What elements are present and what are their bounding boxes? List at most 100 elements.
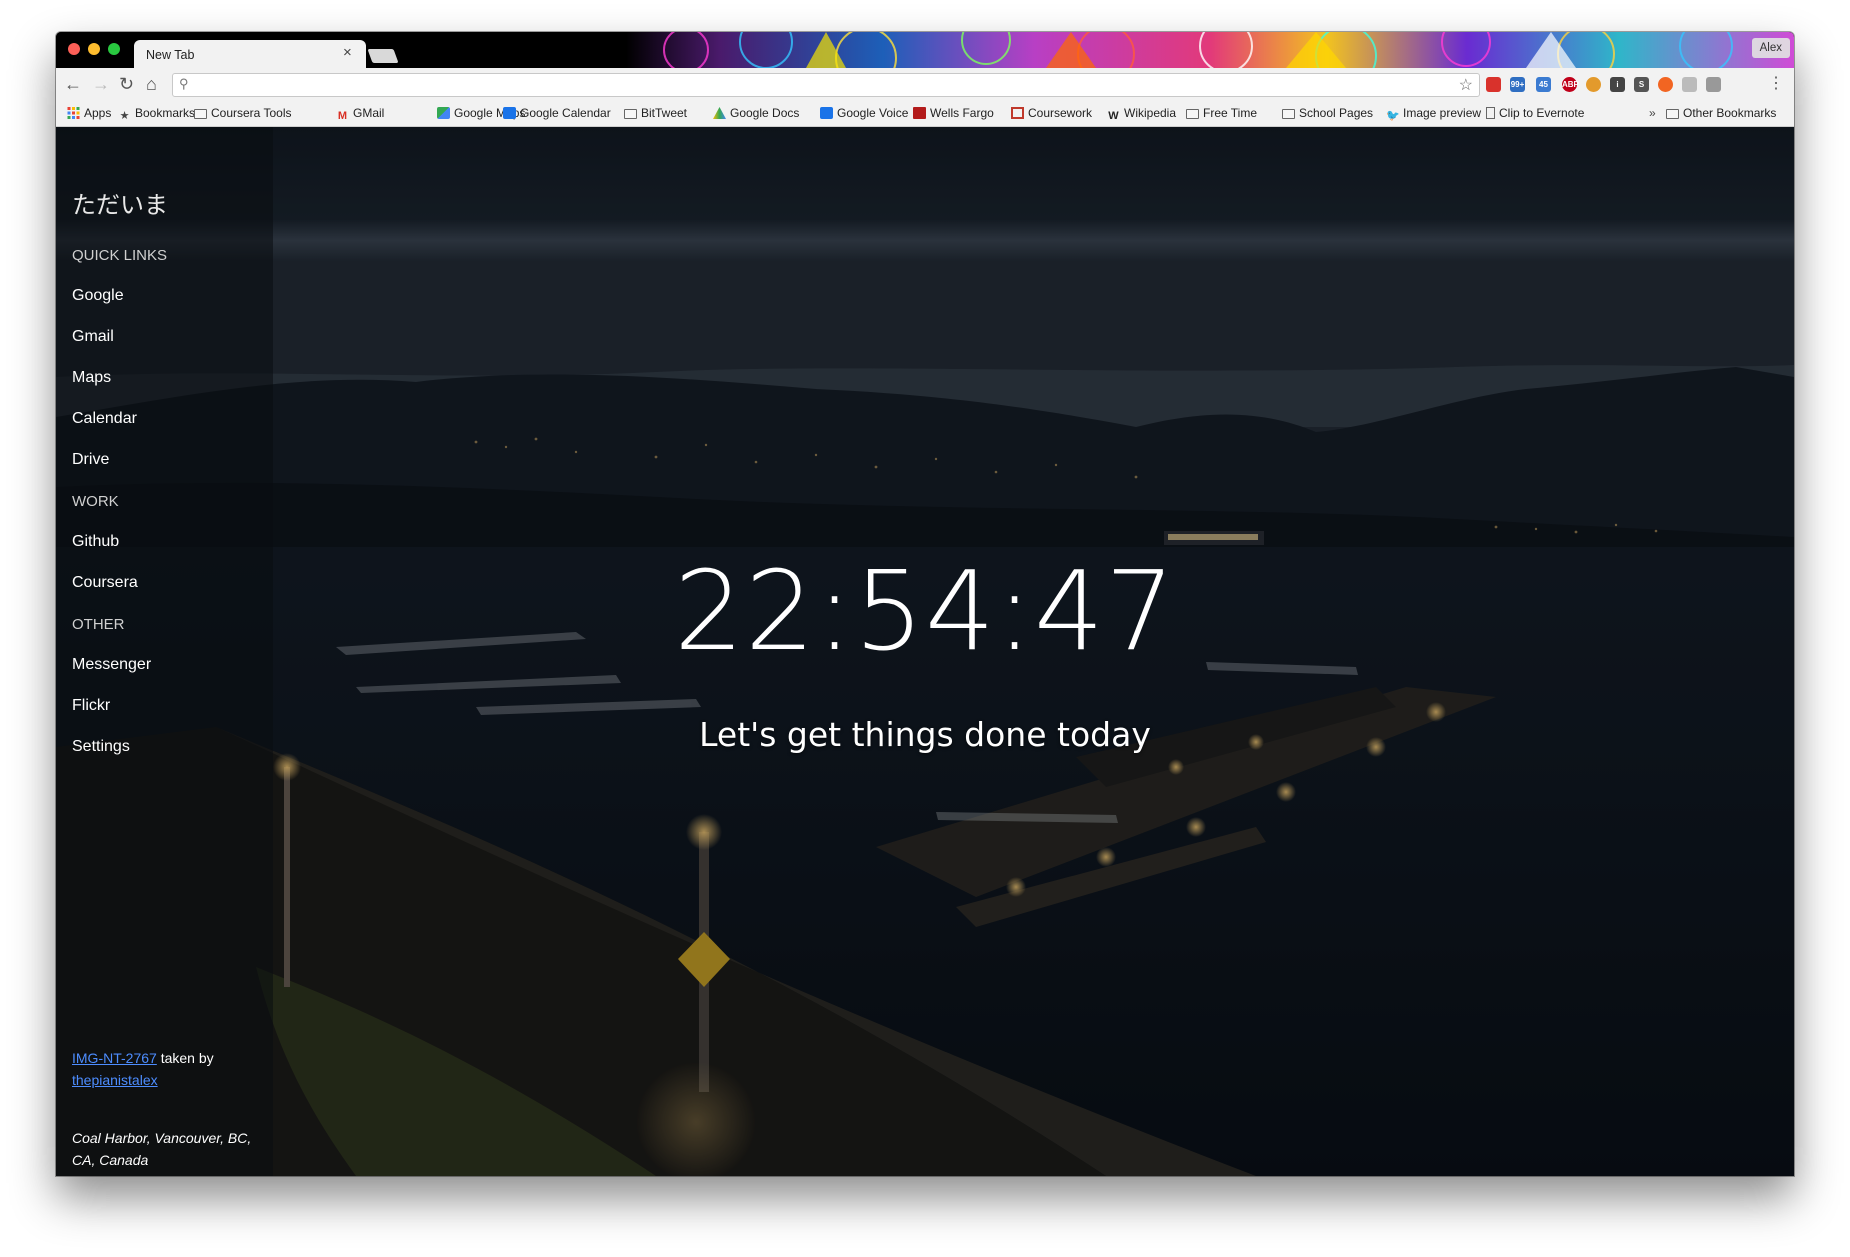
bookmark-coursework[interactable]: Coursework (1011, 106, 1092, 120)
sidebar-link-maps[interactable]: Maps (72, 369, 111, 387)
folder-icon (624, 109, 637, 119)
bookmark-google-calendar[interactable]: Google Calendar (503, 106, 611, 120)
chrome-menu-icon[interactable]: ⋮ (1768, 74, 1784, 94)
bookmark-label: Google Calendar (520, 106, 611, 120)
sidebar-link-gmail[interactable]: Gmail (72, 328, 114, 346)
coursework-icon (1011, 107, 1024, 119)
bookmark-school-pages[interactable]: School Pages (1282, 106, 1373, 120)
search-icon: ⚲ (179, 76, 189, 91)
bookmark-label: Coursework (1028, 106, 1093, 120)
photo-credit: IMG-NT-2767 taken by thepianistalex (72, 1047, 262, 1091)
sidebar-link-flickr[interactable]: Flickr (72, 697, 110, 715)
tagline: Let's get things done today (699, 715, 1151, 754)
maximize-window-button[interactable] (108, 43, 120, 55)
apps-grid-icon (67, 107, 80, 119)
bookmark-label: School Pages (1299, 106, 1374, 120)
bookmark-label: Google Voice (837, 106, 909, 120)
docs-icon (713, 107, 726, 119)
forward-icon[interactable]: → (92, 74, 110, 94)
grey-ext-icon[interactable] (1682, 77, 1697, 92)
extension-badge: S (1638, 80, 1645, 89)
close-window-button[interactable] (68, 43, 80, 55)
bookmarks-bar: Apps ★ Bookmarks Coursera Tools M GMail Googl… (56, 100, 1794, 127)
sidebar-link-google[interactable]: Google (72, 287, 124, 305)
folder-icon (1282, 109, 1295, 119)
bookmark-image-preview[interactable]: 🐦 Image preview (1386, 106, 1481, 122)
reload-icon[interactable]: ↻ (119, 74, 134, 94)
bookmarks-overflow-icon[interactable]: » (1649, 106, 1656, 120)
minimize-window-button[interactable] (88, 43, 100, 55)
author-link[interactable]: thepianistalex (72, 1072, 158, 1088)
photo-location: Coal Harbor, Vancouver, BC, CA, Canada (72, 1130, 252, 1168)
calendar-count-icon[interactable]: 45 (1536, 77, 1551, 92)
new-tab-button[interactable] (367, 49, 399, 63)
bookmark-label: GMail (353, 106, 385, 120)
sidebar-link-calendar[interactable]: Calendar (72, 410, 137, 428)
address-bar[interactable]: ⚲ ☆ (172, 73, 1480, 97)
bookmark-ext-icon[interactable] (1486, 77, 1501, 92)
twitter-icon: 🐦 (1386, 110, 1400, 122)
browser-window: New Tab × Alex ← → ↻ ⌂ ⚲ ☆ 99+ 45 ABP i S ⋮ … (56, 32, 1794, 1176)
folder-icon (1186, 109, 1199, 119)
bookmark-label: Google Docs (730, 106, 800, 120)
bookmark-wells-fargo[interactable]: Wells Fargo (913, 106, 994, 120)
tab-title: New Tab (146, 48, 195, 62)
bookmark-google-docs[interactable]: Google Docs (713, 106, 799, 120)
bookmark-label: BitTweet (641, 106, 688, 120)
sidebar-link-drive[interactable]: Drive (72, 451, 109, 469)
bookmark-label: Wikipedia (1124, 106, 1177, 120)
extension-badge: i (1616, 80, 1619, 89)
orange-ext-icon[interactable] (1658, 77, 1673, 92)
info-icon[interactable]: i (1610, 77, 1625, 92)
profile-button[interactable]: Alex (1751, 38, 1790, 58)
back-icon[interactable]: ← (64, 74, 82, 94)
bookmark-bittweet[interactable]: BitTweet (624, 106, 687, 120)
maps-icon (437, 107, 450, 119)
image-link[interactable]: IMG-NT-2767 (72, 1050, 157, 1066)
bookmark-gmail[interactable]: M GMail (336, 106, 384, 122)
bookmark-bookmarks[interactable]: ★ Bookmarks (118, 106, 195, 122)
extension-badge: 99+ (1510, 80, 1525, 89)
section-heading-work: WORK (72, 493, 119, 510)
toolbar: ← → ↻ ⌂ ⚲ ☆ 99+ 45 ABP i S ⋮ (56, 68, 1794, 100)
bookmark-google-voice[interactable]: Google Voice (820, 106, 908, 120)
voice-icon (820, 107, 833, 119)
tab-close-icon[interactable]: × (343, 44, 352, 61)
greeting: ただいま (72, 192, 168, 219)
calendar-icon (503, 107, 516, 119)
clock: 22:54:47 (673, 547, 1177, 675)
folder-icon (194, 109, 207, 119)
cookie-icon[interactable] (1586, 77, 1601, 92)
folder-icon (1666, 109, 1679, 119)
bookmark-label: Apps (84, 106, 112, 120)
bookmark-apps[interactable]: Apps (67, 106, 111, 120)
document-icon (1486, 107, 1495, 119)
wells-fargo-icon (913, 107, 926, 119)
theme-artwork (626, 32, 1794, 68)
wikipedia-icon: W (1108, 110, 1119, 122)
bookmark-label: Wells Fargo (930, 106, 994, 120)
mail-count-icon[interactable]: 99+ (1510, 77, 1525, 92)
bookmark-label: Image preview (1403, 106, 1482, 120)
bookmark-clip-to-evernote[interactable]: Clip to Evernote (1486, 106, 1584, 120)
tab-strip: New Tab × Alex (56, 32, 1794, 68)
gmail-icon: M (337, 110, 348, 122)
adblock-icon[interactable]: ABP (1562, 77, 1579, 92)
extension-badge: 45 (1539, 80, 1548, 89)
taken-by-text: taken by (160, 1050, 214, 1066)
bookmark-star-icon[interactable]: ☆ (1459, 75, 1473, 95)
extension-badge: ABP (1562, 80, 1579, 89)
bookmark-label: Other Bookmarks (1683, 106, 1777, 120)
new-tab-page: ただいま QUICK LINKS Google Gmail Maps Calen… (56, 127, 1794, 1176)
bookmark-label: Free Time (1203, 106, 1258, 120)
section-heading-quick-links: QUICK LINKS (72, 247, 168, 264)
star-icon: ★ (119, 110, 130, 122)
bookmark-other-bookmarks[interactable]: Other Bookmarks (1666, 106, 1776, 120)
s-ext-icon[interactable]: S (1634, 77, 1649, 92)
bookmark-coursera-tools[interactable]: Coursera Tools (194, 106, 291, 120)
bookmark-free-time[interactable]: Free Time (1186, 106, 1257, 120)
square-ext-icon[interactable] (1706, 77, 1721, 92)
home-icon[interactable]: ⌂ (146, 74, 157, 94)
bookmark-label: Coursera Tools (211, 106, 292, 120)
bookmark-wikipedia[interactable]: W Wikipedia (1107, 106, 1176, 122)
